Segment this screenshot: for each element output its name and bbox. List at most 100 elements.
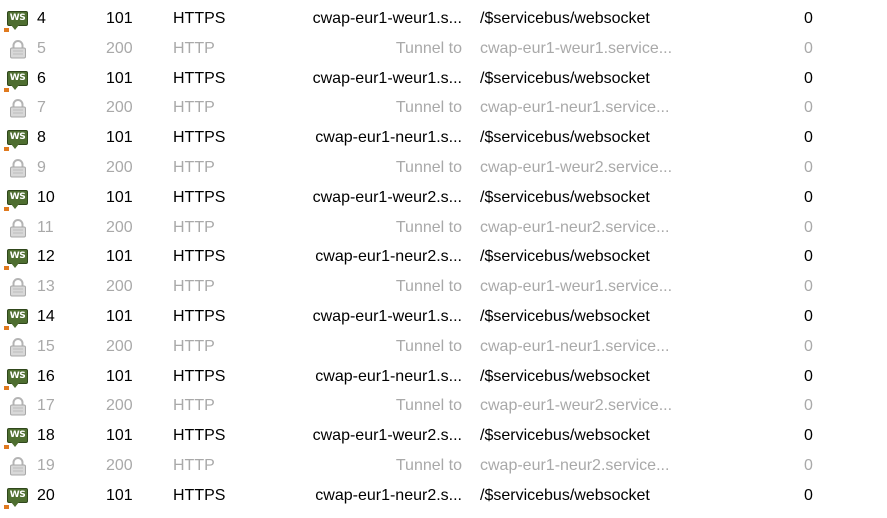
session-number: 13: [37, 278, 55, 296]
session-icon-cell: WS: [4, 4, 32, 34]
lock-icon: [10, 278, 26, 297]
session-result: 101: [106, 129, 133, 147]
session-body-size: 0: [804, 10, 813, 27]
websocket-icon-label: WS: [9, 72, 26, 83]
session-body-size: 0: [804, 129, 813, 147]
session-icon-cell: [4, 153, 32, 183]
session-icon-cell: WS: [4, 362, 32, 392]
session-icon-cell: [4, 332, 32, 362]
session-host: Tunnel to: [395, 278, 462, 296]
websocket-status-dot: [4, 206, 9, 211]
session-number: 19: [37, 457, 55, 474]
session-host: cwap-eur1-weur2.s...: [312, 427, 462, 445]
session-protocol: HTTP: [173, 99, 215, 117]
session-row[interactable]: WS 14 101 HTTPS cwap-eur1-weur1.s... /$servic…: [0, 302, 887, 332]
session-host: Tunnel to: [395, 39, 462, 57]
session-result: 200: [106, 39, 133, 57]
session-body-size: 0: [804, 427, 813, 445]
session-body-size: 0: [804, 457, 813, 474]
session-row[interactable]: WS 12 101 HTTPS cwap-eur1-neur2.s... /$servic…: [0, 242, 887, 272]
websocket-icon-label: WS: [9, 251, 26, 262]
lock-icon: [10, 159, 26, 178]
session-result: 200: [106, 457, 133, 474]
session-url: cwap-eur1-neur2.service...: [480, 457, 670, 474]
session-number: 4: [37, 10, 46, 27]
session-result: 101: [106, 10, 133, 27]
session-icon-cell: [4, 451, 32, 481]
websocket-icon-label: WS: [9, 370, 26, 381]
session-result: 101: [106, 308, 133, 325]
session-protocol: HTTPS: [173, 427, 226, 445]
websocket-icon: WS: [7, 130, 28, 150]
session-row[interactable]: 15 200 HTTP Tunnel to cwap-eur1-neur1.servic…: [0, 332, 887, 362]
session-icon-cell: [4, 34, 32, 64]
session-row[interactable]: 5 200 HTTP Tunnel to cwap-eur1-weur1.service…: [0, 34, 887, 64]
session-url: /$servicebus/websocket: [480, 367, 650, 385]
websocket-icon: WS: [7, 309, 28, 328]
session-body-size: 0: [804, 99, 813, 117]
session-url: /$servicebus/websocket: [480, 427, 650, 445]
websocket-icon-label: WS: [9, 489, 26, 500]
websocket-icon-label: WS: [9, 13, 26, 23]
websocket-icon: WS: [7, 487, 28, 507]
session-number: 16: [37, 367, 55, 385]
session-icon-cell: WS: [4, 183, 32, 213]
session-body-size: 0: [804, 248, 813, 266]
websocket-status-dot: [4, 266, 9, 271]
websocket-icon: WS: [7, 11, 28, 30]
websocket-icon-label: WS: [9, 191, 26, 202]
session-result: 101: [106, 486, 133, 504]
session-body-size: 0: [804, 397, 813, 415]
session-host: Tunnel to: [395, 218, 462, 236]
session-host: Tunnel to: [395, 99, 462, 117]
session-row[interactable]: WS 20 101 HTTPS cwap-eur1-neur2.s... /$servic…: [0, 481, 887, 511]
session-protocol: HTTPS: [173, 308, 226, 325]
session-number: 6: [37, 69, 46, 87]
session-url: /$servicebus/websocket: [480, 69, 650, 87]
session-row[interactable]: WS 6 101 HTTPS cwap-eur1-weur1.s... /$service…: [0, 64, 887, 94]
session-protocol: HTTP: [173, 278, 215, 296]
session-url: /$servicebus/websocket: [480, 188, 650, 206]
session-row[interactable]: WS 16 101 HTTPS cwap-eur1-neur1.s... /$servic…: [0, 362, 887, 392]
session-protocol: HTTP: [173, 39, 215, 57]
session-row[interactable]: 19 200 HTTP Tunnel to cwap-eur1-neur2.servic…: [0, 451, 887, 481]
session-host: Tunnel to: [395, 397, 462, 415]
session-row[interactable]: WS 10 101 HTTPS cwap-eur1-weur2.s... /$servic…: [0, 183, 887, 213]
lock-icon: [10, 397, 26, 416]
websocket-icon: WS: [7, 189, 28, 209]
session-number: 18: [37, 427, 55, 445]
session-url: cwap-eur1-weur1.service...: [480, 39, 673, 57]
session-list[interactable]: WS 4 101 HTTPS cwap-eur1-weur1.s... /$service…: [0, 0, 887, 518]
session-body-size: 0: [804, 337, 813, 355]
session-url: /$servicebus/websocket: [480, 129, 650, 147]
session-icon-cell: WS: [4, 242, 32, 272]
session-icon-cell: WS: [4, 123, 32, 153]
session-row[interactable]: 17 200 HTTP Tunnel to cwap-eur1-weur2.servic…: [0, 391, 887, 421]
session-number: 20: [37, 486, 55, 504]
session-row[interactable]: WS 4 101 HTTPS cwap-eur1-weur1.s... /$service…: [0, 4, 887, 34]
session-row[interactable]: 11 200 HTTP Tunnel to cwap-eur1-neur2.servic…: [0, 213, 887, 243]
session-icon-cell: [4, 272, 32, 302]
session-result: 200: [106, 159, 133, 176]
lock-icon: [10, 39, 26, 59]
session-number: 5: [37, 39, 46, 57]
session-host: Tunnel to: [395, 159, 462, 176]
session-url: /$servicebus/websocket: [480, 486, 650, 504]
session-protocol: HTTP: [173, 457, 215, 474]
session-icon-cell: WS: [4, 481, 32, 511]
session-host: Tunnel to: [395, 337, 462, 355]
session-icon-cell: WS: [4, 64, 32, 94]
session-result: 101: [106, 367, 133, 385]
session-host: cwap-eur1-weur1.s...: [312, 308, 462, 325]
session-result: 101: [106, 69, 133, 87]
session-row[interactable]: WS 18 101 HTTPS cwap-eur1-weur2.s... /$servic…: [0, 421, 887, 451]
session-body-size: 0: [804, 69, 813, 87]
session-row[interactable]: 13 200 HTTP Tunnel to cwap-eur1-weur1.servic…: [0, 272, 887, 302]
websocket-icon-label: WS: [9, 132, 26, 143]
websocket-status-dot: [4, 87, 9, 92]
session-host: cwap-eur1-neur2.s...: [315, 486, 462, 504]
session-row[interactable]: 9 200 HTTP Tunnel to cwap-eur1-weur2.service…: [0, 153, 887, 183]
session-row[interactable]: WS 8 101 HTTPS cwap-eur1-neur1.s... /$service…: [0, 123, 887, 153]
session-row[interactable]: 7 200 HTTP Tunnel to cwap-eur1-neur1.service…: [0, 93, 887, 123]
session-body-size: 0: [804, 308, 813, 325]
